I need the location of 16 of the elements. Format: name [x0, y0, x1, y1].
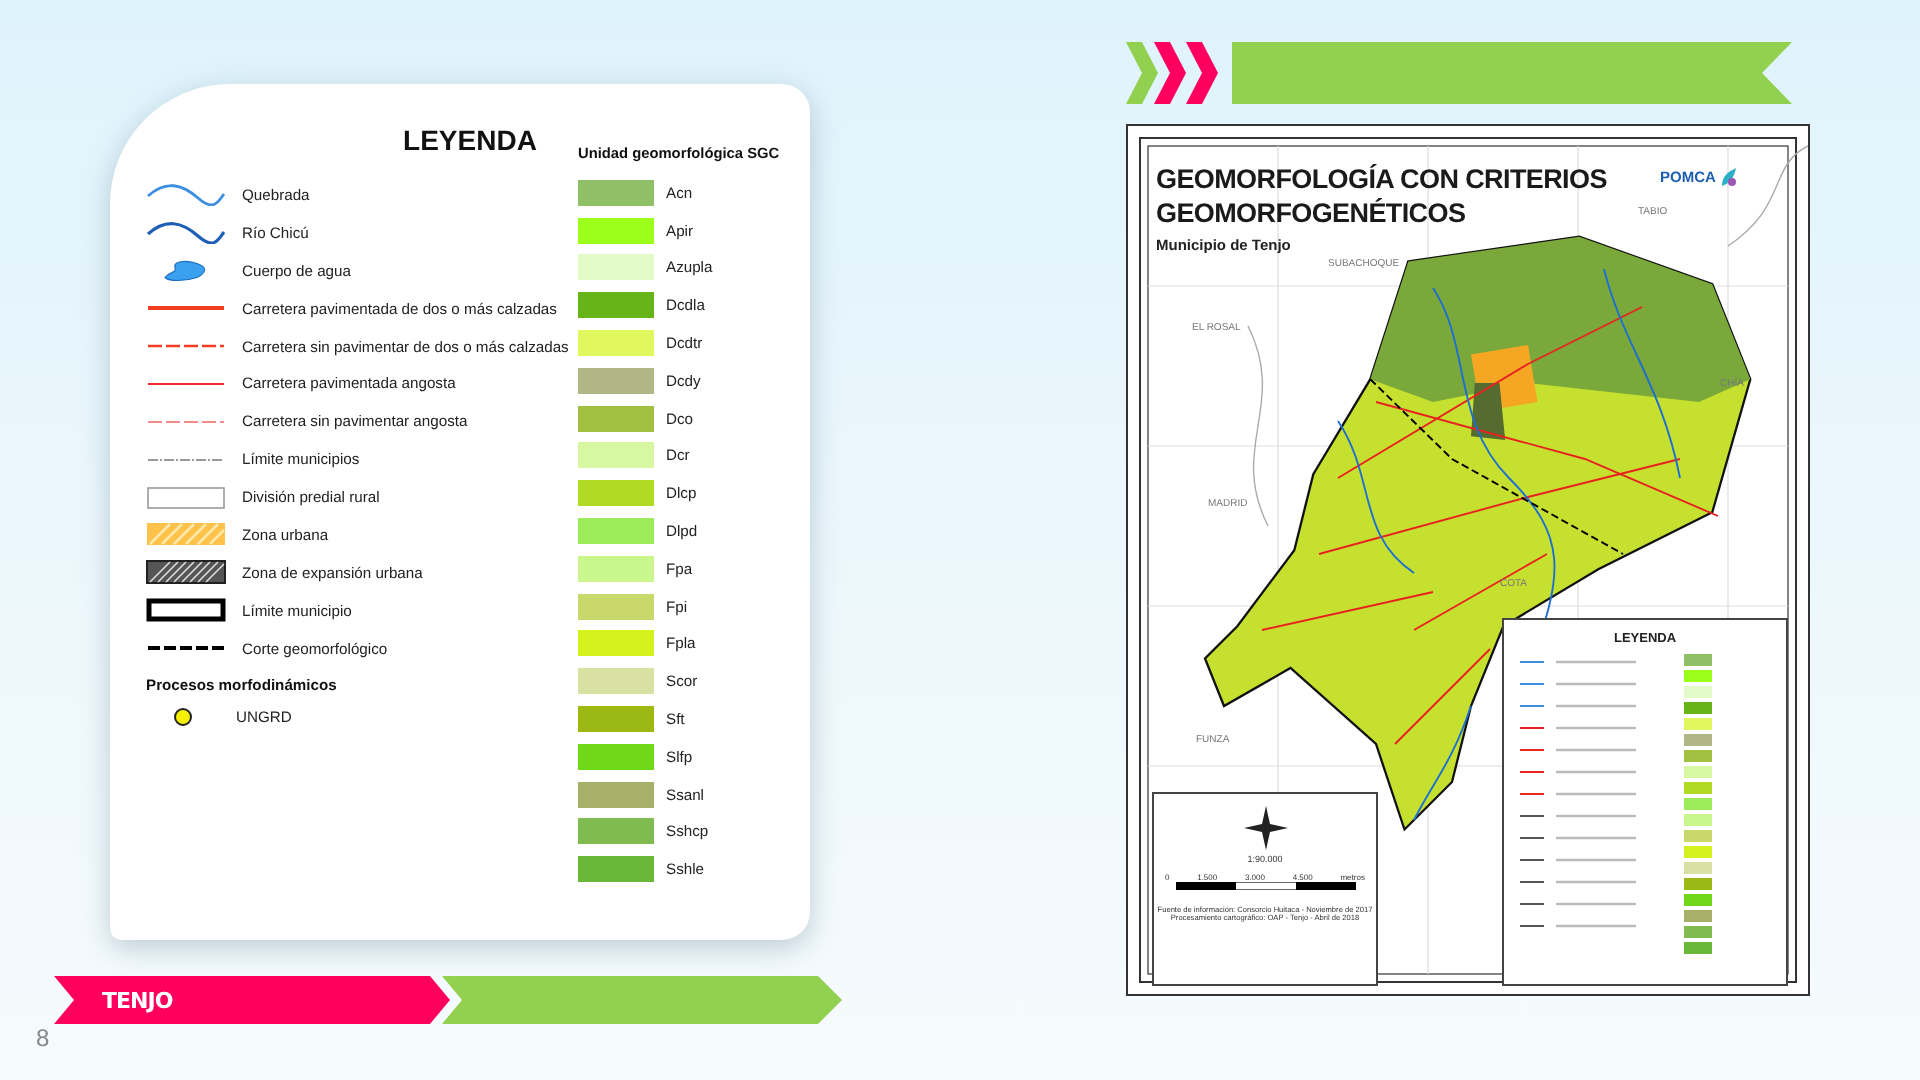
hatched-box-icon [146, 522, 226, 547]
north-arrow-icon [1243, 806, 1287, 850]
hatched-box-icon [146, 560, 226, 585]
boundary-box-icon [146, 598, 226, 623]
water-body-icon [164, 259, 208, 282]
brand-logo: TENJO [102, 987, 173, 1013]
scale-bar-icon [1175, 882, 1355, 890]
stream-line-icon [146, 182, 226, 207]
legend-title: LEYENDA [403, 124, 537, 156]
page-number: 8 [36, 1024, 52, 1052]
map-title: GEOMORFOLOGÍA CON CRITERIOS [1156, 162, 1607, 196]
river-line-icon [146, 220, 226, 245]
logo-icon [1719, 166, 1738, 188]
map-title: GEOMORFOGENÉTICOS [1156, 196, 1466, 230]
chevrons-icon [1126, 41, 1220, 103]
parcel-box-icon [146, 485, 226, 510]
